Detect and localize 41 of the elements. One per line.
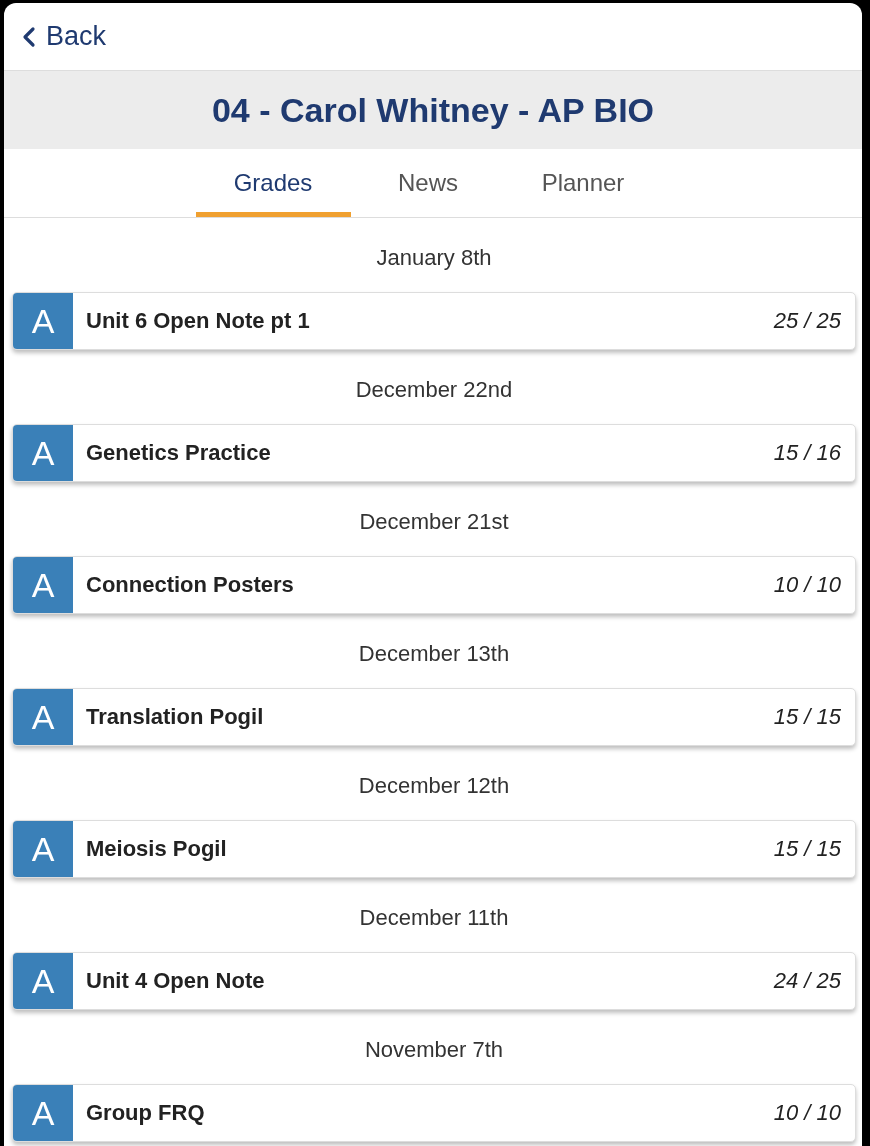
assignment-name: Unit 6 Open Note pt 1 [85, 308, 311, 334]
grade-badge: A [13, 689, 73, 745]
assignment-score: 10 / 10 [773, 1100, 842, 1126]
date-heading: December 12th [357, 772, 511, 800]
course-title: 04 - Carol Whitney - AP BIO [211, 90, 655, 130]
assignment-card[interactable]: A Connection Posters 10 / 10 [12, 556, 856, 614]
assignment-score: 10 / 10 [773, 572, 842, 598]
assignment-name: Meiosis Pogil [85, 836, 228, 862]
assignment-score: 15 / 16 [773, 440, 842, 466]
assignment-card[interactable]: A Unit 4 Open Note 24 / 25 [12, 952, 856, 1010]
assignment-name: Translation Pogil [85, 704, 265, 730]
assignment-card[interactable]: A Group FRQ 10 / 10 [12, 1084, 856, 1142]
assignment-card[interactable]: A Unit 6 Open Note pt 1 25 / 25 [12, 292, 856, 350]
tab[interactable]: News [350, 149, 506, 217]
assignment-card[interactable]: A Meiosis Pogil 15 / 15 [12, 820, 856, 878]
assignment-score: 15 / 15 [773, 704, 842, 730]
grade-badge: A [13, 821, 73, 877]
assignment-name: Group FRQ [85, 1100, 206, 1126]
date-heading: November 7th [363, 1036, 505, 1064]
assignment-name: Connection Posters [85, 572, 295, 598]
date-heading: December 21st [358, 508, 510, 536]
grade-badge: A [13, 953, 73, 1009]
assignment-score: 24 / 25 [773, 968, 842, 994]
assignment-name: Unit 4 Open Note [85, 968, 266, 994]
tab[interactable]: Grades [195, 149, 351, 217]
grade-badge: A [13, 1085, 73, 1141]
grade-badge: A [13, 425, 73, 481]
grade-badge: A [13, 557, 73, 613]
tab[interactable]: Planner [505, 149, 661, 217]
date-heading: January 8th [375, 244, 493, 272]
assignment-card[interactable]: A Translation Pogil 15 / 15 [12, 688, 856, 746]
chevron-left-icon [22, 25, 36, 48]
grade-badge: A [13, 293, 73, 349]
date-heading: December 22nd [354, 376, 514, 404]
assignment-score: 25 / 25 [773, 308, 842, 334]
assignment-name: Genetics Practice [85, 440, 272, 466]
back-button[interactable]: Back [18, 17, 111, 56]
date-heading: December 11th [358, 904, 510, 932]
assignment-card[interactable]: A Genetics Practice 15 / 16 [12, 424, 856, 482]
assignment-score: 15 / 15 [773, 836, 842, 862]
date-heading: December 13th [357, 640, 511, 668]
